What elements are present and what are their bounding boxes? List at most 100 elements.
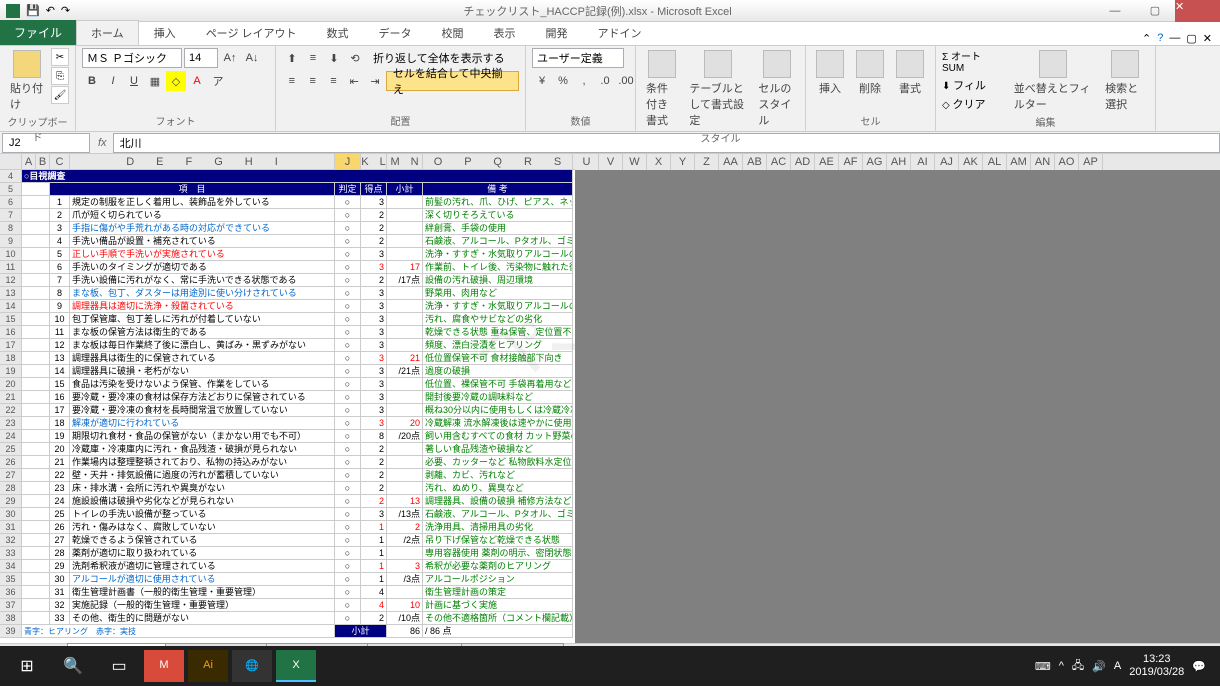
- cond-format-icon: [648, 50, 676, 78]
- font-size-select[interactable]: 14: [184, 48, 218, 68]
- col-header[interactable]: M N: [387, 154, 423, 169]
- table-format-icon: [704, 50, 732, 78]
- copy-icon[interactable]: ⎘: [51, 67, 69, 85]
- search-icon[interactable]: 🔍: [50, 647, 96, 685]
- illustrator-app[interactable]: Ai: [188, 650, 228, 682]
- fill-color-button[interactable]: ◇: [166, 71, 186, 91]
- shrink-font-icon[interactable]: A↓: [242, 48, 262, 68]
- format-painter-icon[interactable]: 🖌: [51, 86, 69, 104]
- notification-icon[interactable]: 💬: [1192, 660, 1206, 673]
- number-format-select[interactable]: ユーザー定義: [532, 48, 624, 68]
- border-button[interactable]: ▦: [145, 71, 165, 91]
- save-icon[interactable]: 💾: [26, 4, 40, 18]
- currency-icon[interactable]: ¥: [532, 71, 552, 91]
- ribbon-minimize-icon[interactable]: ⌃: [1142, 32, 1151, 45]
- insert-tab[interactable]: 挿入: [139, 20, 191, 45]
- merge-center-button[interactable]: セルを結合して中央揃え: [386, 71, 519, 91]
- align-center-icon[interactable]: ≡: [303, 71, 323, 91]
- col-header[interactable]: D E F G H I: [70, 154, 335, 169]
- worksheet-area: A B C D E F G H I J K L M N O P Q R S T …: [0, 154, 1220, 643]
- fx-icon[interactable]: fx: [92, 137, 113, 149]
- indent-inc-icon[interactable]: ⇥: [365, 71, 385, 91]
- fill-button[interactable]: ⬇ フィル: [942, 77, 1006, 93]
- network-icon[interactable]: 🖧: [1072, 657, 1084, 676]
- inc-decimal-icon[interactable]: .0: [595, 71, 615, 91]
- formula-tab[interactable]: 数式: [312, 20, 364, 45]
- align-top-icon[interactable]: ⬆: [282, 48, 302, 68]
- grow-font-icon[interactable]: A↑: [220, 48, 240, 68]
- file-tab[interactable]: ファイル: [0, 20, 76, 45]
- phonetic-button[interactable]: ア: [208, 71, 228, 91]
- cut-icon[interactable]: ✂: [51, 48, 69, 66]
- col-header[interactable]: J: [335, 154, 361, 169]
- percent-icon[interactable]: %: [553, 71, 573, 91]
- align-bottom-icon[interactable]: ⬇: [324, 48, 344, 68]
- dec-decimal-icon[interactable]: .00: [616, 71, 636, 91]
- clock[interactable]: 13:23 2019/03/28: [1129, 653, 1184, 679]
- excel-icon: [6, 4, 20, 18]
- dev-tab[interactable]: 開発: [531, 20, 583, 45]
- window-min-icon[interactable]: —: [1169, 32, 1180, 45]
- undo-icon[interactable]: ↶: [46, 4, 55, 18]
- find-select-button[interactable]: 検索と選択: [1101, 48, 1149, 114]
- orientation-icon[interactable]: ⟲: [345, 48, 365, 68]
- font-name-select[interactable]: ＭＳ Ｐゴシック: [82, 48, 182, 68]
- paste-button[interactable]: 貼り付け: [6, 48, 47, 114]
- autosum-button[interactable]: Σ オート SUM: [942, 48, 1006, 74]
- styles-label: スタイル: [642, 130, 799, 146]
- view-tab[interactable]: 表示: [479, 20, 531, 45]
- clipboard-label: クリップボード: [6, 114, 69, 145]
- home-tab[interactable]: ホーム: [76, 20, 139, 45]
- keyboard-icon[interactable]: ⌨: [1035, 660, 1051, 673]
- delete-cells-button[interactable]: 削除: [852, 48, 888, 98]
- col-header[interactable]: O P Q R S T: [423, 154, 573, 169]
- tray-up-icon[interactable]: ^: [1059, 660, 1064, 672]
- sheet-grid[interactable]: A B C D E F G H I J K L M N O P Q R S T …: [0, 154, 575, 643]
- title-bar: 💾 ↶ ↷ チェックリスト_HACCP記録(例).xlsx - Microsof…: [0, 0, 1220, 22]
- col-header[interactable]: K L: [361, 154, 387, 169]
- edit-label: 編集: [942, 114, 1149, 130]
- help-icon[interactable]: ?: [1157, 32, 1163, 45]
- bold-button[interactable]: B: [82, 71, 102, 91]
- window-close-icon[interactable]: ✕: [1203, 32, 1212, 45]
- ime-icon[interactable]: A: [1114, 660, 1121, 672]
- layout-tab[interactable]: ページ レイアウト: [191, 20, 312, 45]
- table-format-button[interactable]: テーブルとして書式設定: [685, 48, 750, 130]
- redo-icon[interactable]: ↷: [61, 4, 70, 18]
- align-middle-icon[interactable]: ≡: [303, 48, 323, 68]
- taskbar: ⊞ 🔍 ▭ M Ai 🌐 X ⌨ ^ 🖧 🔊 A 13:23 2019/03/2…: [0, 646, 1220, 686]
- col-header[interactable]: B: [36, 154, 50, 169]
- clear-button[interactable]: ◇ クリア: [942, 96, 1006, 112]
- excel-app[interactable]: X: [276, 650, 316, 682]
- col-header[interactable]: C: [50, 154, 70, 169]
- task-view-icon[interactable]: ▭: [96, 647, 142, 685]
- close-button[interactable]: ✕: [1175, 0, 1220, 22]
- volume-icon[interactable]: 🔊: [1092, 660, 1106, 673]
- maximize-button[interactable]: ▢: [1135, 0, 1175, 22]
- select-all-corner[interactable]: [0, 154, 22, 169]
- addin-tab[interactable]: アドイン: [583, 20, 657, 45]
- sort-filter-button[interactable]: 並べ替えとフィルター: [1010, 48, 1097, 114]
- minimize-button[interactable]: —: [1095, 0, 1135, 22]
- chrome-app[interactable]: 🌐: [232, 650, 272, 682]
- font-color-button[interactable]: A: [187, 71, 207, 91]
- insert-cells-button[interactable]: 挿入: [812, 48, 848, 98]
- underline-button[interactable]: U: [124, 71, 144, 91]
- comma-icon[interactable]: ,: [574, 71, 594, 91]
- italic-button[interactable]: I: [103, 71, 123, 91]
- sort-icon: [1039, 50, 1067, 78]
- indent-dec-icon[interactable]: ⇤: [344, 71, 364, 91]
- window-restore-icon[interactable]: ▢: [1186, 32, 1196, 45]
- data-tab[interactable]: データ: [364, 20, 427, 45]
- align-left-icon[interactable]: ≡: [282, 71, 302, 91]
- cond-format-button[interactable]: 条件付き書式: [642, 48, 681, 130]
- cell-style-button[interactable]: セルのスタイル: [754, 48, 799, 130]
- review-tab[interactable]: 校閲: [427, 20, 479, 45]
- align-right-icon[interactable]: ≡: [324, 71, 344, 91]
- col-header[interactable]: A: [22, 154, 36, 169]
- number-label: 数値: [532, 113, 629, 129]
- find-icon: [1111, 50, 1139, 78]
- format-cells-button[interactable]: 書式: [892, 48, 928, 98]
- start-button[interactable]: ⊞: [4, 647, 50, 685]
- gmail-app[interactable]: M: [144, 650, 184, 682]
